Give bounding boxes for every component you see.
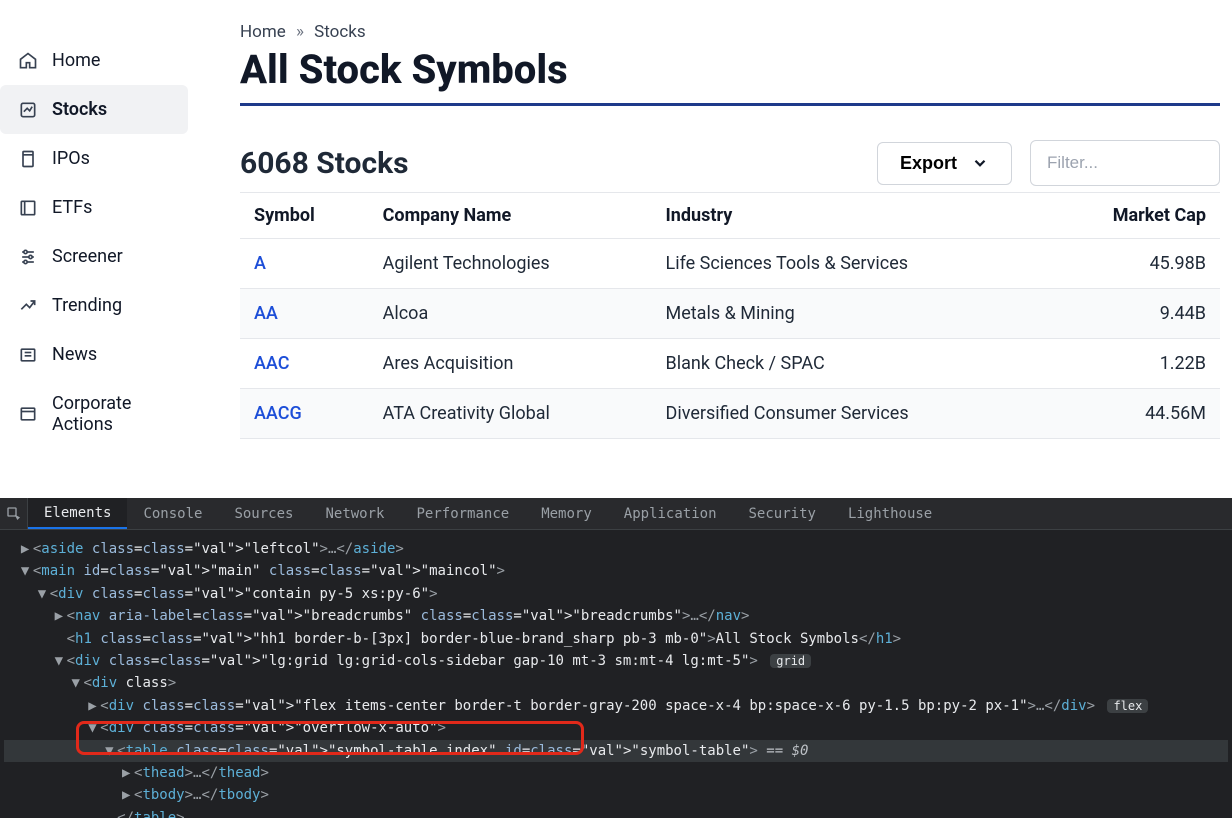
devtools-tab-elements[interactable]: Elements	[28, 498, 127, 529]
company-cell: Ares Acquisition	[369, 339, 652, 389]
symbol-link[interactable]: AAC	[254, 353, 290, 374]
home-icon	[18, 51, 38, 71]
devtools-dom-node[interactable]: <h1 class=class="val">"hh1 border-b-[3px…	[4, 628, 1228, 650]
sidebar-item-label: News	[52, 344, 97, 365]
page-title: All Stock Symbols	[240, 46, 1220, 106]
sidebar-item-etfs[interactable]: ETFs	[0, 183, 188, 232]
table-row: AAC Ares AcquisitionBlank Check / SPAC1.2…	[240, 339, 1220, 389]
sidebar: Home Stocks IPOs ETFs Screener Trending News Co…	[0, 0, 196, 498]
devtools-dom-node[interactable]: ▶<aside class=class="val">"leftcol">…</a…	[4, 538, 1228, 560]
devtools-elements-tree[interactable]: ▶<aside class=class="val">"leftcol">…</a…	[0, 530, 1232, 818]
devtools-dom-node[interactable]: ▶<thead>…</thead>	[4, 762, 1228, 784]
devtools-panel: ElementsConsoleSourcesNetworkPerformance…	[0, 498, 1232, 818]
sidebar-item-label: Corporate Actions	[52, 393, 170, 435]
industry-cell: Life Sciences Tools & Services	[652, 239, 1045, 289]
news-icon	[18, 345, 38, 365]
sidebar-item-label: Trending	[52, 295, 122, 316]
stock-count: 6068 Stocks	[240, 146, 409, 181]
marketcap-cell: 44.56M	[1044, 389, 1220, 439]
symbol-link[interactable]: A	[254, 253, 266, 274]
etfs-icon	[18, 198, 38, 218]
devtools-tab-sources[interactable]: Sources	[218, 498, 309, 529]
devtools-dom-node[interactable]: ▼<main id=class="val">"main" class=class…	[4, 560, 1228, 582]
devtools-tab-console[interactable]: Console	[127, 498, 218, 529]
breadcrumb-root[interactable]: Home	[240, 22, 286, 42]
trending-icon	[18, 296, 38, 316]
chevron-down-icon	[971, 154, 989, 172]
breadcrumb-separator: »	[296, 22, 304, 42]
company-cell: Alcoa	[369, 289, 652, 339]
breadcrumb: Home » Stocks	[240, 22, 1220, 42]
devtools-dom-node[interactable]: ▼<table class=class="val">"symbol-table …	[4, 740, 1228, 762]
symbol-link[interactable]: AA	[254, 303, 278, 324]
industry-cell: Metals & Mining	[652, 289, 1045, 339]
devtools-dom-node[interactable]: ▼<div class=class="val">"lg:grid lg:grid…	[4, 650, 1228, 672]
sidebar-item-screener[interactable]: Screener	[0, 232, 188, 281]
industry-cell: Diversified Consumer Services	[652, 389, 1045, 439]
sidebar-item-label: Screener	[52, 246, 123, 267]
sidebar-item-corporate-actions[interactable]: Corporate Actions	[0, 379, 188, 449]
devtools-dom-node[interactable]: ▶<div class=class="val">"flex items-cent…	[4, 695, 1228, 717]
company-cell: ATA Creativity Global	[369, 389, 652, 439]
column-header[interactable]: Company Name	[369, 193, 652, 239]
devtools-tab-security[interactable]: Security	[733, 498, 832, 529]
sidebar-item-trending[interactable]: Trending	[0, 281, 188, 330]
breadcrumb-current: Stocks	[314, 22, 365, 42]
devtools-dom-node[interactable]: ▼<div class>	[4, 672, 1228, 694]
devtools-tab-performance[interactable]: Performance	[400, 498, 525, 529]
sidebar-item-label: ETFs	[52, 197, 92, 218]
devtools-dom-node[interactable]: ▶<nav aria-label=class="val">"breadcrumb…	[4, 605, 1228, 627]
sidebar-item-ipos[interactable]: IPOs	[0, 134, 188, 183]
ipos-icon	[18, 149, 38, 169]
table-row: A Agilent TechnologiesLife Sciences Tools…	[240, 239, 1220, 289]
symbol-link[interactable]: AACG	[254, 403, 302, 424]
column-header[interactable]: Market Cap	[1044, 193, 1220, 239]
main-content: Home » Stocks All Stock Symbols 6068 Sto…	[196, 0, 1232, 498]
table-row: AA AlcoaMetals & Mining9.44B	[240, 289, 1220, 339]
export-button-label: Export	[900, 153, 957, 174]
sidebar-item-home[interactable]: Home	[0, 36, 188, 85]
toolbar: 6068 Stocks Export	[240, 140, 1220, 193]
sidebar-item-label: Stocks	[52, 99, 107, 120]
marketcap-cell: 9.44B	[1044, 289, 1220, 339]
inspect-element-icon[interactable]	[0, 498, 28, 529]
sidebar-item-label: Home	[52, 50, 100, 71]
sidebar-item-stocks[interactable]: Stocks	[0, 85, 188, 134]
marketcap-cell: 45.98B	[1044, 239, 1220, 289]
devtools-tab-network[interactable]: Network	[309, 498, 400, 529]
devtools-tabs: ElementsConsoleSourcesNetworkPerformance…	[0, 498, 1232, 530]
sidebar-item-label: IPOs	[52, 148, 90, 169]
company-cell: Agilent Technologies	[369, 239, 652, 289]
column-header[interactable]: Industry	[652, 193, 1045, 239]
export-button[interactable]: Export	[877, 142, 1012, 185]
screener-icon	[18, 247, 38, 267]
devtools-tab-lighthouse[interactable]: Lighthouse	[832, 498, 948, 529]
devtools-tab-application[interactable]: Application	[608, 498, 733, 529]
column-header[interactable]: Symbol	[240, 193, 369, 239]
filter-input[interactable]	[1030, 140, 1220, 186]
devtools-dom-node[interactable]: ▼<div class=class="val">"contain py-5 xs…	[4, 583, 1228, 605]
industry-cell: Blank Check / SPAC	[652, 339, 1045, 389]
sidebar-item-news[interactable]: News	[0, 330, 188, 379]
devtools-dom-node[interactable]: ▼<div class=class="val">"overflow-x-auto…	[4, 717, 1228, 739]
devtools-dom-node[interactable]: ▶<tbody>…</tbody>	[4, 784, 1228, 806]
stocks-icon	[18, 100, 38, 120]
devtools-dom-node[interactable]: </table>	[4, 807, 1228, 818]
table-row: AACG ATA Creativity GlobalDiversified Con…	[240, 389, 1220, 439]
devtools-tab-memory[interactable]: Memory	[525, 498, 608, 529]
symbol-table: SymbolCompany NameIndustryMarket Cap A Ag…	[240, 193, 1220, 439]
marketcap-cell: 1.22B	[1044, 339, 1220, 389]
corporate-actions-icon	[18, 404, 38, 424]
